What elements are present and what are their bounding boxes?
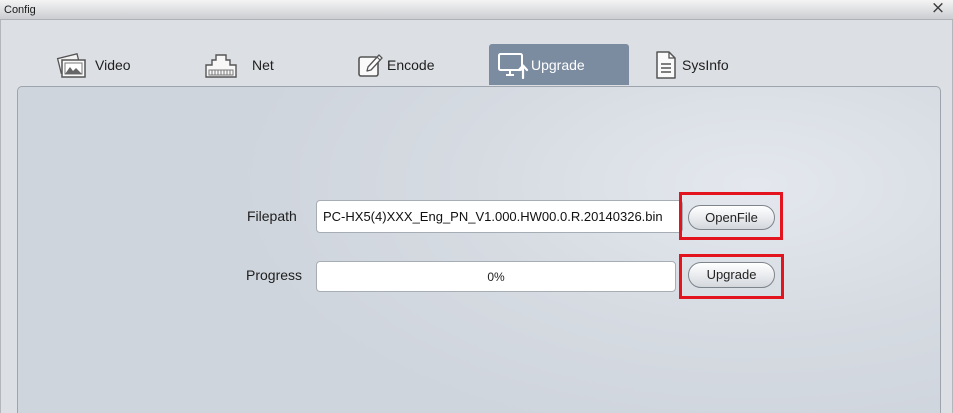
tab-net-label: Net xyxy=(252,57,274,73)
document-icon xyxy=(655,51,677,79)
tab-net[interactable]: Net xyxy=(200,44,290,85)
upgrade-button[interactable]: Upgrade xyxy=(688,262,775,288)
progress-text: 0% xyxy=(487,270,505,284)
tab-encode[interactable]: Encode xyxy=(352,44,452,85)
config-window: Config × Video Net Encode Upgrade SysInf… xyxy=(0,0,953,413)
close-button[interactable]: × xyxy=(930,0,946,17)
tab-video-label: Video xyxy=(95,57,131,73)
progress-bar: 0% xyxy=(316,261,676,292)
open-file-button[interactable]: OpenFile xyxy=(688,205,775,230)
filepath-field[interactable] xyxy=(316,200,683,233)
tab-encode-label: Encode xyxy=(387,57,435,73)
upgrade-panel: Filepath OpenFile Progress 0% Upgrade xyxy=(17,86,941,413)
tab-sysinfo-label: SysInfo xyxy=(682,57,729,73)
network-port-icon xyxy=(204,52,238,78)
filepath-label: Filepath xyxy=(247,208,297,224)
window-title: Config xyxy=(4,4,36,16)
edit-icon xyxy=(357,52,383,78)
monitor-upload-icon xyxy=(497,51,529,79)
tab-upgrade-label: Upgrade xyxy=(531,57,585,73)
tab-sysinfo[interactable]: SysInfo xyxy=(650,44,740,85)
progress-label: Progress xyxy=(246,267,303,283)
tab-bar: Video Net Encode Upgrade SysInfo xyxy=(0,44,953,85)
image-icon xyxy=(55,51,87,79)
title-bar: Config × xyxy=(0,0,953,20)
tab-upgrade[interactable]: Upgrade xyxy=(489,44,629,85)
tab-video[interactable]: Video xyxy=(50,44,150,85)
